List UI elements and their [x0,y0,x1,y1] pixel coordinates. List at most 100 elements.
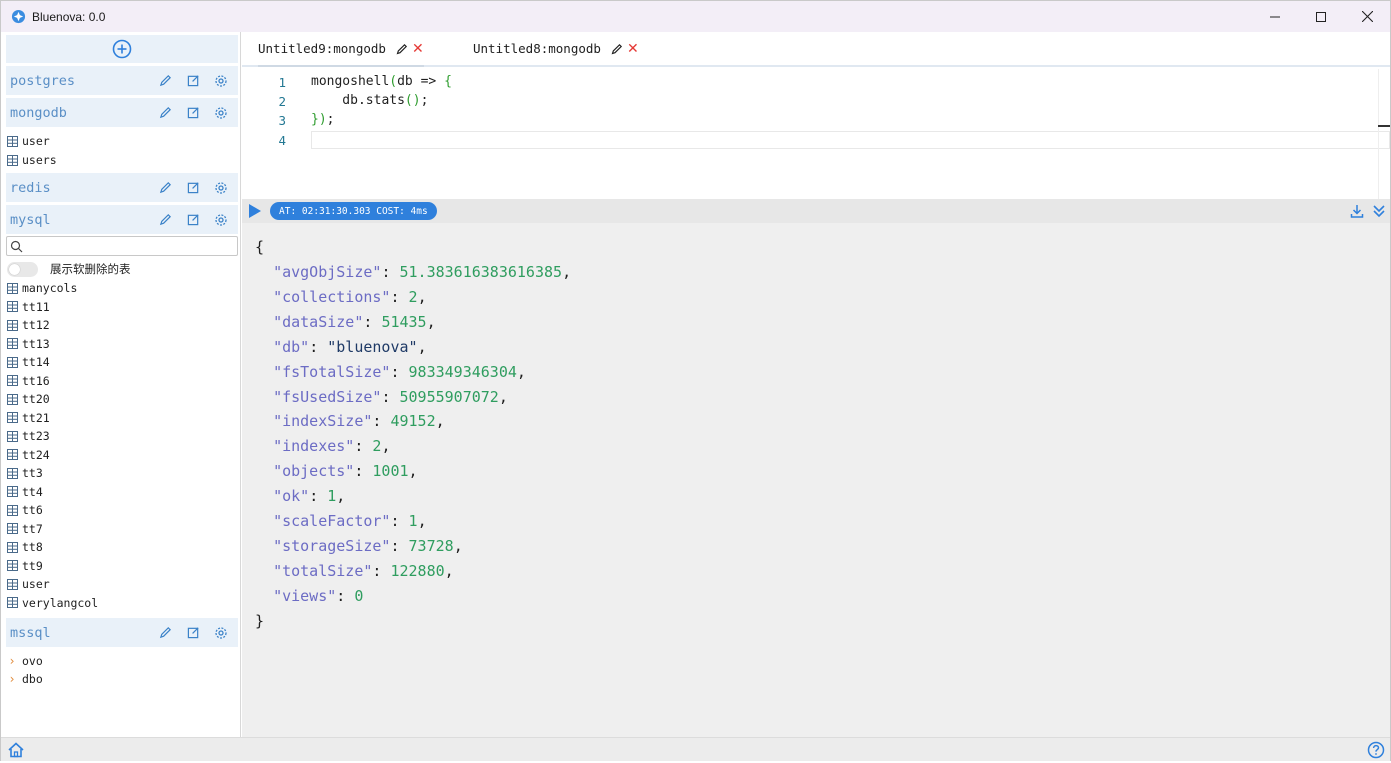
table-item[interactable]: verylangcol [7,594,98,612]
close-tab-button[interactable]: ✕ [412,42,424,56]
code-editor[interactable]: 1 2 3 4 mongoshell(db => { db.stats(); }… [242,69,1390,199]
table-icon [7,467,18,479]
play-icon [249,204,261,218]
table-item[interactable]: tt24 [7,446,50,464]
table-item[interactable]: tt3 [7,464,43,482]
code-line-1: mongoshell(db => { [311,74,452,89]
pencil-icon [396,43,407,54]
connection-mongodb[interactable]: mongodb [6,98,238,127]
result-json-view[interactable]: { "avgObjSize": 51.383616383616385, "col… [242,223,1390,737]
table-icon [7,560,18,571]
soft-delete-toggle-row: 展示软删除的表 [7,260,131,278]
download-result-button[interactable] [1346,199,1368,223]
table-search-input[interactable] [23,237,237,255]
table-item[interactable]: manycols [7,279,77,297]
code-line-3: }); [311,112,335,127]
table-item[interactable]: tt20 [7,390,50,408]
minimize-button[interactable] [1252,1,1298,32]
table-item[interactable]: tt8 [7,538,43,556]
table-item[interactable]: tt9 [7,557,43,575]
line-number: 2 [278,94,286,109]
connection-settings-button[interactable] [207,69,235,93]
edit-connection-button[interactable] [151,621,179,645]
connection-mysql[interactable]: mysql [6,205,238,234]
edit-square-icon [187,214,199,226]
table-item[interactable]: tt12 [7,316,50,334]
editor-scrollbar[interactable] [1378,69,1390,199]
json-entry: "db": "bluenova", [273,337,427,356]
connection-redis[interactable]: redis [6,173,238,202]
tab-untitled8[interactable]: Untitled8:mongodb ✕ [473,32,639,65]
table-item[interactable]: tt23 [7,427,50,445]
new-query-button[interactable] [179,208,207,232]
edit-connection-button[interactable] [151,176,179,200]
close-tab-button[interactable]: ✕ [627,42,639,56]
connection-name: postgres [10,72,76,89]
json-close-brace: } [255,611,265,630]
collapse-result-button[interactable] [1368,199,1390,223]
pencil-icon [159,627,171,639]
table-icon [7,430,18,442]
line-number: 3 [278,113,286,128]
connection-settings-button[interactable] [207,621,235,645]
table-item[interactable]: tt16 [7,372,50,390]
table-item[interactable]: tt6 [7,501,43,519]
edit-connection-button[interactable] [151,69,179,93]
new-query-button[interactable] [179,101,207,125]
connection-mssql[interactable]: mssql [6,618,238,647]
soft-delete-toggle[interactable] [7,261,38,277]
run-query-button[interactable] [242,199,268,223]
table-icon [7,578,18,590]
table-item[interactable]: user [7,575,50,593]
table-item[interactable]: tt7 [7,520,43,538]
new-query-button[interactable] [179,176,207,200]
table-icon [7,449,18,460]
connection-name: mysql [10,211,51,228]
execution-info-badge: AT: 02:31:30.303 COST: 4ms [270,202,437,220]
edit-connection-button[interactable] [151,208,179,232]
rename-tab-button[interactable] [396,43,408,55]
table-icon [7,338,18,349]
help-icon [1367,741,1385,759]
json-entry: "indexes": 2, [273,437,391,456]
connection-postgres[interactable]: postgres [6,66,238,95]
table-item[interactable]: tt21 [7,409,50,427]
download-icon [1350,205,1364,218]
schema-item[interactable]: › ovo [7,652,42,670]
table-icon [7,375,18,386]
table-item[interactable]: tt11 [7,298,50,316]
gear-icon [215,626,227,639]
close-window-button[interactable] [1344,1,1390,32]
collection-item[interactable]: users [7,151,57,169]
connection-settings-button[interactable] [207,208,235,232]
help-button[interactable] [1367,741,1385,759]
schema-item[interactable]: › dbo [7,670,42,688]
pencil-icon [159,182,171,194]
json-entry: "indexSize": 49152, [273,412,445,431]
json-open-brace: { [255,238,265,256]
add-connection-button[interactable] [6,35,238,63]
edit-square-icon [187,107,199,119]
table-icon [7,486,18,497]
app-logo-icon [10,9,26,25]
table-item[interactable]: tt13 [7,335,50,353]
collection-item[interactable]: user [7,132,50,150]
home-button[interactable] [7,741,25,759]
maximize-button[interactable] [1298,1,1344,32]
tab-untitled9[interactable]: Untitled9:mongodb ✕ [258,32,424,67]
gear-icon [215,74,227,87]
title-bar: Bluenova: 0.0 [1,1,1390,32]
connection-settings-button[interactable] [207,176,235,200]
new-query-button[interactable] [179,621,207,645]
new-query-button[interactable] [179,69,207,93]
connection-settings-button[interactable] [207,101,235,125]
json-entry: "scaleFactor": 1, [273,512,427,530]
line-number: 4 [278,133,286,148]
json-entry: "fsTotalSize": 983349346304, [273,362,526,381]
table-item[interactable]: tt14 [7,353,50,371]
pencil-icon [611,43,622,54]
edit-connection-button[interactable] [151,101,179,125]
table-icon [7,356,18,368]
table-item[interactable]: tt4 [7,483,43,501]
rename-tab-button[interactable] [611,43,623,55]
